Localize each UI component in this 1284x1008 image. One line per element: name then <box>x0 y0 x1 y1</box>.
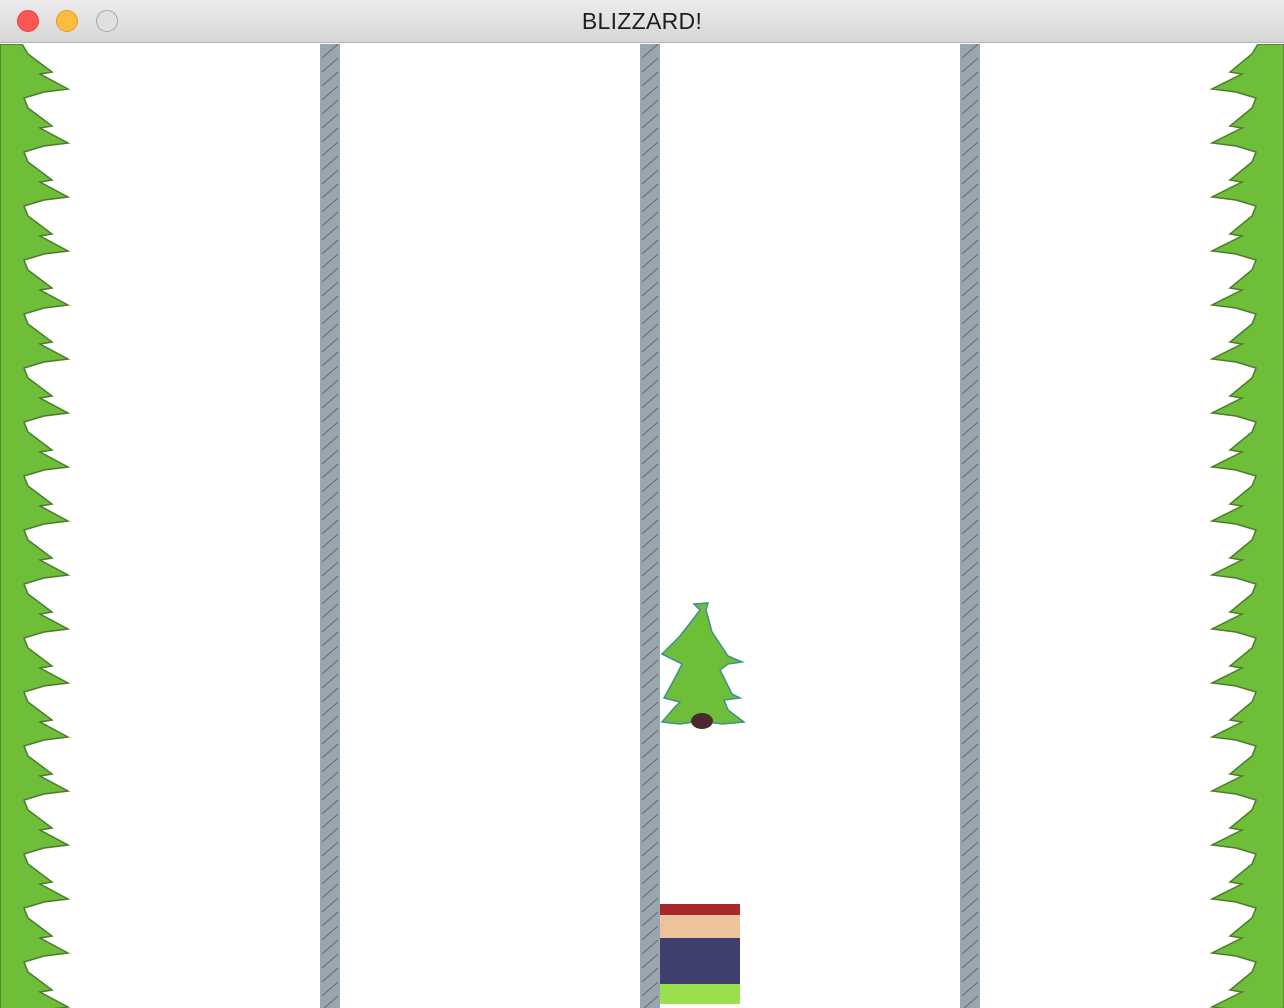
player-hat <box>660 904 740 915</box>
player-skis <box>660 984 740 1004</box>
lane-divider <box>320 44 340 1008</box>
window-title: BLIZZARD! <box>581 8 703 34</box>
title-bar[interactable]: BLIZZARD! <box>0 0 1284 43</box>
player-face <box>660 915 740 938</box>
game-window: BLIZZARD! <box>0 0 1284 1008</box>
lane-divider <box>960 44 980 1008</box>
game-canvas[interactable] <box>0 44 1284 1008</box>
lane-divider <box>640 44 660 1008</box>
player-body <box>660 938 740 984</box>
skier-icon <box>660 904 740 1004</box>
